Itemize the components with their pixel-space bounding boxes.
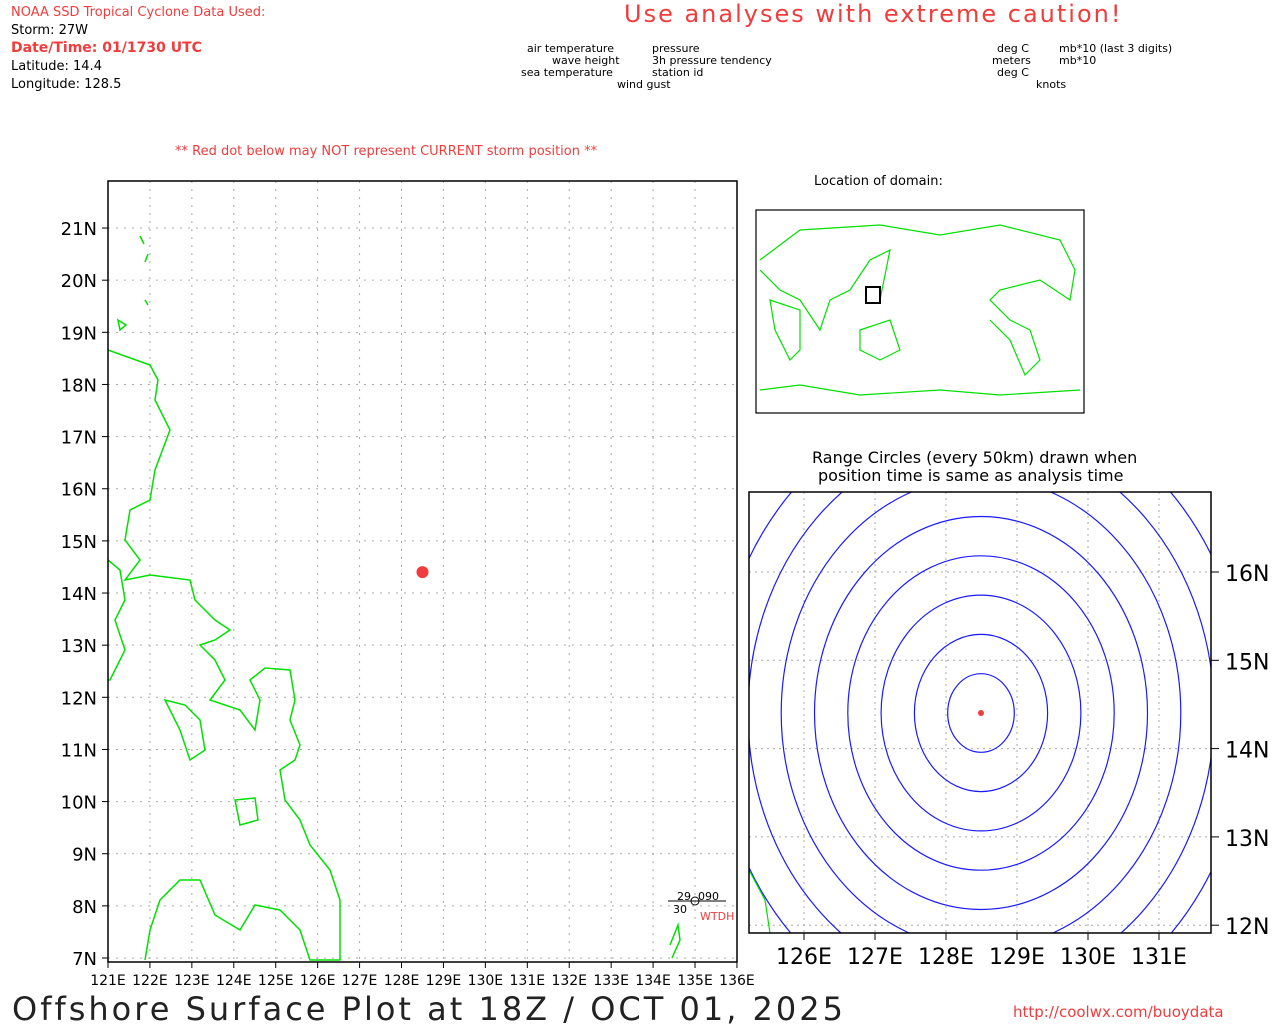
- range-lon-label: 131E: [1131, 945, 1187, 970]
- lon-label: 133E: [593, 973, 629, 989]
- range-lat-label: 12N: [1225, 915, 1269, 940]
- lon-label: 136E: [719, 973, 755, 989]
- lat-label: 12N: [61, 688, 97, 709]
- lat-label: 19N: [61, 323, 97, 344]
- lat-label: 21N: [61, 219, 97, 240]
- range-lon-label: 127E: [847, 945, 903, 970]
- lon-label: 123E: [174, 973, 210, 989]
- range-lon-label: 128E: [918, 945, 974, 970]
- lon-label: 127E: [342, 973, 378, 989]
- lon-label: 132E: [551, 973, 587, 989]
- lon-label: 128E: [384, 973, 420, 989]
- lon-label: 124E: [216, 973, 252, 989]
- range-lon-label: 130E: [1060, 945, 1116, 970]
- range-storm-dot: [978, 710, 984, 716]
- buoy-station-plot: 29 090 30 WTDH: [668, 890, 734, 923]
- station-air-temp: 29: [677, 890, 691, 903]
- lat-label: 11N: [61, 740, 97, 761]
- range-lat-label: 13N: [1225, 827, 1269, 852]
- range-lon-label: 126E: [776, 945, 832, 970]
- lon-label: 130E: [468, 973, 504, 989]
- range-lat-label: 16N: [1225, 562, 1269, 587]
- lat-label: 15N: [61, 532, 97, 553]
- lat-label: 10N: [61, 793, 97, 814]
- lon-label: 126E: [300, 973, 336, 989]
- lat-label: 18N: [61, 375, 97, 396]
- lat-label: 9N: [72, 845, 97, 866]
- range-lat-label: 15N: [1225, 650, 1269, 675]
- lat-label: 14N: [61, 584, 97, 605]
- station-id: WTDH: [700, 910, 734, 923]
- lat-label: 17N: [61, 428, 97, 449]
- lon-label: 122E: [132, 973, 168, 989]
- lon-label: 129E: [426, 973, 462, 989]
- coastline: [107, 235, 681, 961]
- lat-label: 8N: [72, 897, 97, 918]
- range-circle-map: 126E 127E 128E 129E 130E 131E 16N 15N 14N 13N 12N: [748, 491, 1269, 970]
- lon-label: 135E: [677, 973, 713, 989]
- plot-title: Offshore Surface Plot at 18Z / OCT 01, 2…: [12, 990, 846, 1028]
- source-url[interactable]: http://coolwx.com/buoydata: [1013, 1003, 1224, 1021]
- lat-label: 16N: [61, 480, 97, 501]
- storm-position-dot: [416, 566, 429, 579]
- plot-canvas: 121E 122E 123E 124E 125E 126E 127E 128E 129E 130E…: [61, 180, 1269, 989]
- station-sea-temp: 30: [673, 903, 687, 916]
- range-lon-label: 129E: [989, 945, 1045, 970]
- lat-label: 7N: [72, 949, 97, 970]
- lon-label: 134E: [635, 973, 671, 989]
- location-map: [755, 209, 1085, 414]
- lat-label: 20N: [61, 271, 97, 292]
- lon-label: 125E: [258, 973, 294, 989]
- main-map: 121E 122E 123E 124E 125E 126E 127E 128E 129E 130E…: [61, 180, 755, 989]
- station-pressure: 090: [698, 890, 719, 903]
- lon-label: 131E: [510, 973, 546, 989]
- lat-label: 13N: [61, 636, 97, 657]
- range-lat-label: 14N: [1225, 739, 1269, 764]
- lon-label: 121E: [90, 973, 126, 989]
